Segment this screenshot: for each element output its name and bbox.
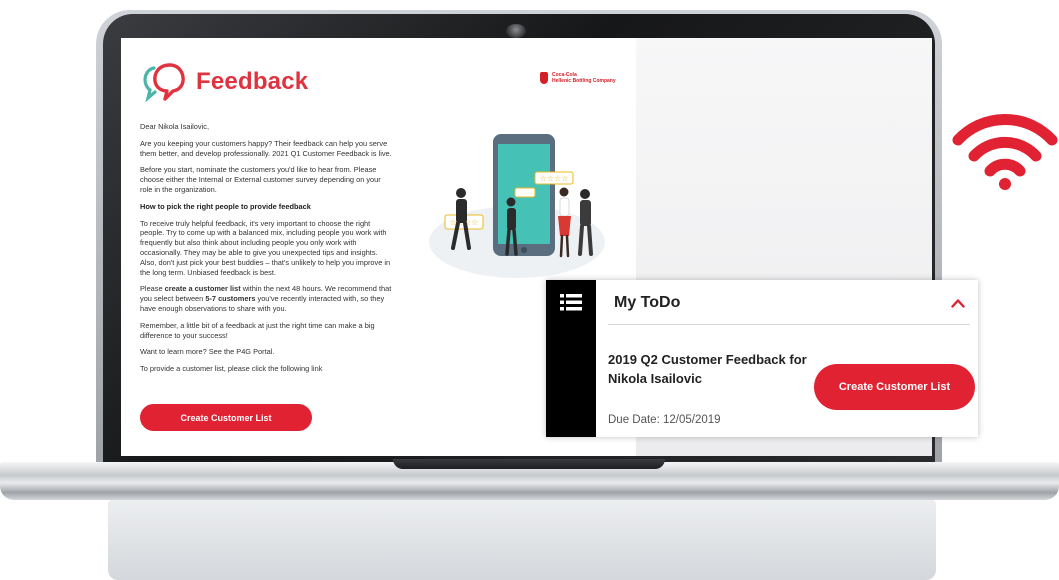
divider xyxy=(608,324,970,325)
phone-home-button xyxy=(521,247,527,253)
bold-text: create a customer list xyxy=(164,284,241,294)
email-paragraph: Are you keeping your customers happy? Th… xyxy=(140,138,392,158)
email-heading: How to pick the right people to provide … xyxy=(140,201,311,211)
hamburger-menu-icon[interactable] xyxy=(560,294,582,311)
bottle-icon xyxy=(540,72,548,84)
email-paragraph: Before you start, nominate the customers… xyxy=(140,165,381,194)
star-icon: ☆☆☆☆ xyxy=(540,174,569,183)
feedback-brand: Feedback xyxy=(140,62,308,102)
email-paragraph: To provide a customer list, please click… xyxy=(140,364,323,374)
email-paragraph: Remember, a little bit of a feedback at … xyxy=(140,320,375,340)
feedback-illustration: ☆☆☆☆ ☆☆☆☆ xyxy=(429,134,605,278)
company-name: Coca-Cola Hellenic Bottling Company xyxy=(552,72,616,84)
rating-card-icon xyxy=(514,187,536,198)
todo-sidebar xyxy=(546,280,596,437)
todo-title: My ToDo xyxy=(614,294,681,311)
text-run: Please xyxy=(140,284,165,294)
email-paragraph: Please create a customer list within the… xyxy=(140,284,395,313)
webcam-icon xyxy=(506,24,526,38)
speech-bubbles-icon xyxy=(143,63,185,102)
email-body: Dear Nikola Isailovic, Are you keeping y… xyxy=(140,122,395,381)
chevron-up-icon[interactable] xyxy=(951,298,965,308)
todo-create-customer-list-button[interactable]: Create Customer List xyxy=(814,364,975,410)
company-line-2: Hellenic Bottling Company xyxy=(552,78,616,84)
email-paragraph: Want to learn more? See the P4G Portal. xyxy=(140,347,275,357)
company-logo: Coca-Cola Hellenic Bottling Company xyxy=(540,72,616,84)
wifi-icon xyxy=(952,113,1058,190)
laptop-stand xyxy=(108,500,936,580)
create-customer-list-button[interactable]: Create Customer List xyxy=(140,404,312,431)
email-paragraph: To receive truly helpful feedback, it's … xyxy=(140,218,391,277)
bold-text: 5-7 customers xyxy=(205,294,256,304)
laptop-notch xyxy=(393,459,665,469)
todo-due-date: Due Date: 12/05/2019 xyxy=(608,414,721,426)
todo-card: My ToDo 2019 Q2 Customer Feedback for Ni… xyxy=(546,280,978,437)
brand-name: Feedback xyxy=(196,68,309,95)
todo-item-title: 2019 Q2 Customer Feedback for Nikola Isa… xyxy=(608,352,807,386)
email-greeting: Dear Nikola Isailovic, xyxy=(140,122,210,131)
